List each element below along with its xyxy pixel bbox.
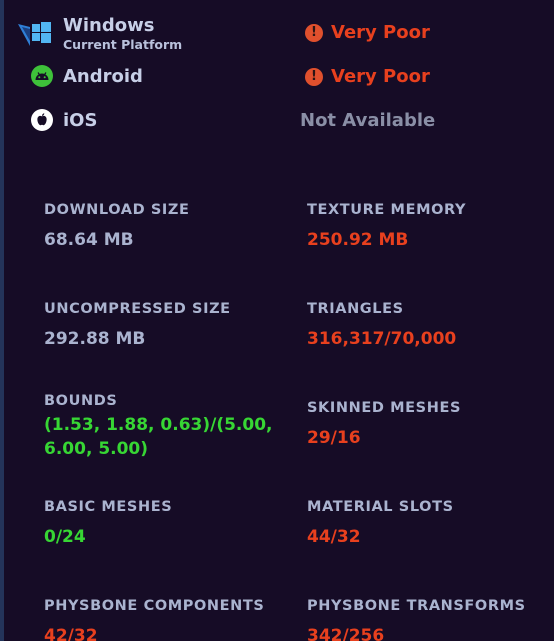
stat-label: TRIANGLES xyxy=(307,301,404,317)
stat-value: 342/256 xyxy=(307,626,385,641)
stat-label: TEXTURE MEMORY xyxy=(307,202,467,218)
warning-icon: ! xyxy=(305,24,323,42)
performance-panel: Windows Current Platform ! Very Poor Andr… xyxy=(0,0,554,641)
platform-subtitle: Current Platform xyxy=(63,37,183,52)
stat-skinned-meshes: SKINNED MESHES 29/16 xyxy=(307,400,552,448)
stat-label: SKINNED MESHES xyxy=(307,400,461,416)
platform-name-android: Android xyxy=(63,66,143,87)
stat-bounds: BOUNDS (1.53, 1.88, 0.63)/(5.00, 6.00, 5… xyxy=(44,393,289,461)
rating-ios: Not Available xyxy=(300,110,436,131)
stat-material-slots: MATERIAL SLOTS 44/32 xyxy=(307,499,552,547)
platform-row-android[interactable]: Android ! Very Poor xyxy=(0,56,554,96)
stat-physbone-components: PHYSBONE COMPONENTS 42/32 xyxy=(44,598,289,641)
stat-label: DOWNLOAD SIZE xyxy=(44,202,190,218)
stat-value: 0/24 xyxy=(44,527,86,547)
stat-value: 250.92 MB xyxy=(307,230,409,250)
stat-value: 292.88 MB xyxy=(44,329,146,349)
stat-label: MATERIAL SLOTS xyxy=(307,499,454,515)
stat-label: PHYSBONE COMPONENTS xyxy=(44,598,265,614)
stat-value: 44/32 xyxy=(307,527,361,547)
stat-uncompressed-size: UNCOMPRESSED SIZE 292.88 MB xyxy=(44,301,289,349)
stat-label: BOUNDS xyxy=(44,393,118,409)
stat-value: 68.64 MB xyxy=(44,230,134,250)
rating-text-windows: Very Poor xyxy=(331,22,430,43)
stat-triangles: TRIANGLES 316,317/70,000 xyxy=(307,301,552,349)
stat-value: 316,317/70,000 xyxy=(307,329,457,349)
platform-name-windows: Windows xyxy=(63,15,155,36)
panel-scrollbar[interactable] xyxy=(0,0,4,641)
platform-name-ios: iOS xyxy=(63,110,98,131)
platform-row-windows[interactable]: Windows Current Platform ! Very Poor xyxy=(0,10,554,52)
platform-row-ios[interactable]: iOS Not Available xyxy=(0,100,554,140)
warning-icon: ! xyxy=(305,68,323,86)
apple-icon xyxy=(31,109,53,131)
rating-windows: ! Very Poor xyxy=(305,22,430,43)
stat-label: PHYSBONE TRANSFORMS xyxy=(307,598,526,614)
stat-value: (1.53, 1.88, 0.63)/(5.00, 6.00, 5.00) xyxy=(44,415,273,459)
stat-label: UNCOMPRESSED SIZE xyxy=(44,301,231,317)
stat-download-size: DOWNLOAD SIZE 68.64 MB xyxy=(44,202,289,250)
stat-label: BASIC MESHES xyxy=(44,499,173,515)
windows-icon xyxy=(18,22,51,46)
rating-text-android: Very Poor xyxy=(331,66,430,87)
stat-value: 29/16 xyxy=(307,428,361,448)
stat-basic-meshes: BASIC MESHES 0/24 xyxy=(44,499,289,547)
rating-android: ! Very Poor xyxy=(305,66,430,87)
stat-physbone-transforms: PHYSBONE TRANSFORMS 342/256 xyxy=(307,598,552,641)
stat-value: 42/32 xyxy=(44,626,98,641)
android-icon xyxy=(31,65,53,87)
stat-texture-memory: TEXTURE MEMORY 250.92 MB xyxy=(307,202,552,250)
